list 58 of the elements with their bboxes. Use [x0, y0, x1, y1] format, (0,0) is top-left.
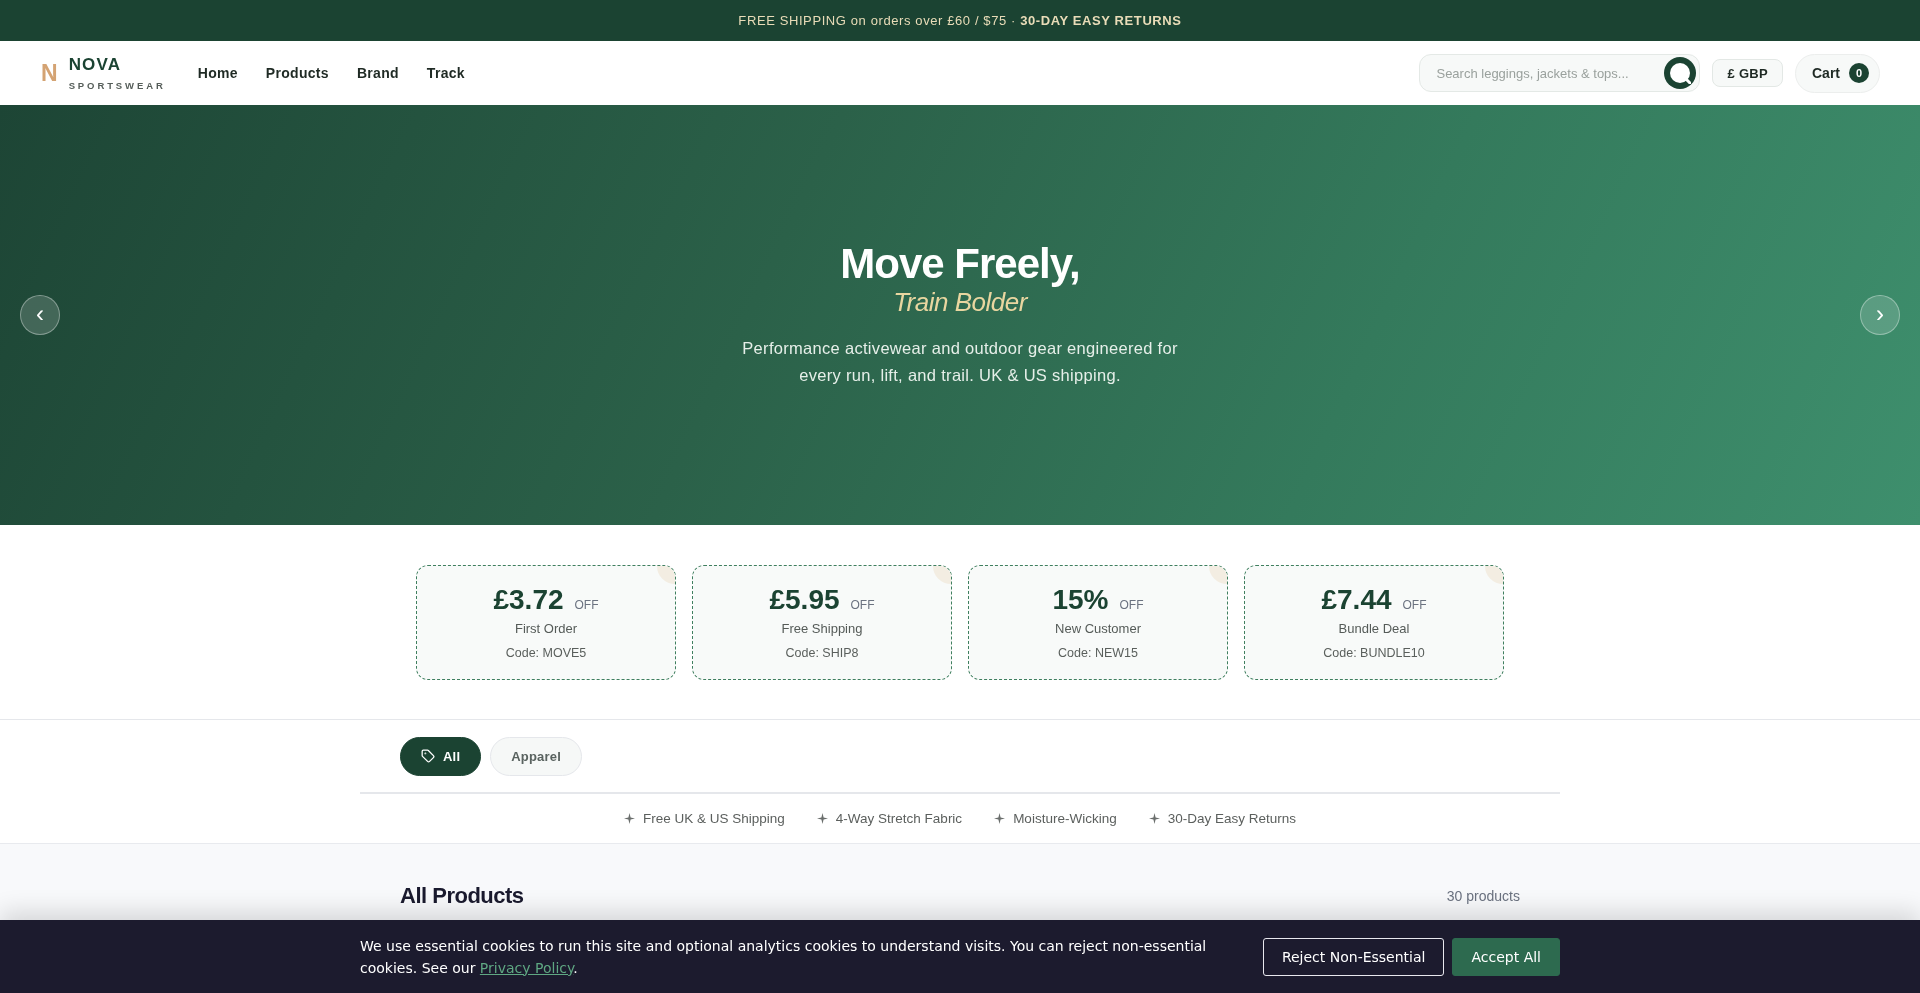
- sparkle-icon: [994, 813, 1006, 824]
- coupon-title: Bundle Deal: [1338, 621, 1410, 637]
- previous-slide-button[interactable]: ‹: [20, 295, 60, 335]
- coupon-card[interactable]: £5.95 OFF Free Shipping Code: SHIP8: [692, 565, 952, 680]
- announcement-text: FREE SHIPPING on orders over £60 / $75 · 30-DAY EASY RETURNS: [738, 13, 1182, 28]
- section-title: All Products: [400, 883, 524, 909]
- sparkle-icon: [624, 813, 635, 824]
- coupon-amount: £7.44: [1321, 583, 1392, 617]
- nav-link[interactable]: Home: [197, 65, 238, 81]
- tag-icon: [421, 749, 435, 763]
- nav-link[interactable]: Track: [426, 65, 465, 81]
- logo-mark: N: [41, 61, 58, 85]
- logo-name: NOVA: [68, 55, 123, 73]
- coupon-code: Code: NEW15: [1058, 645, 1138, 661]
- coupon-card[interactable]: 15% OFF New Customer Code: NEW15: [968, 565, 1228, 680]
- nav-link[interactable]: Brand: [356, 65, 399, 81]
- filter-tab[interactable]: All: [400, 736, 482, 776]
- coupon-amount: £5.95: [769, 583, 840, 617]
- logo-tagline: SPORTSWEAR: [68, 80, 166, 91]
- currency-button[interactable]: £ GBP: [1712, 59, 1783, 87]
- privacy-policy-link[interactable]: Privacy Policy: [479, 959, 574, 976]
- filter-tab[interactable]: Apparel: [490, 736, 583, 776]
- product-count: 30 products: [1446, 888, 1520, 904]
- coupon-amount: £3.72: [493, 583, 564, 617]
- coupon-title: Free Shipping: [781, 621, 863, 637]
- coupon-amount: 15%: [1052, 583, 1109, 617]
- feature-text: 4-Way Stretch Fabric: [835, 811, 963, 826]
- feature-text: Free UK & US Shipping: [643, 811, 785, 826]
- sparkle-icon: [816, 813, 828, 824]
- cookie-message: We use essential cookies to run this site and optional analytics cookies to understand visits. You can reject non-essential cookies. See our Privacy Policy.: [360, 936, 1208, 978]
- coupon-card[interactable]: £3.72 OFF First Order Code: MOVE5: [416, 565, 676, 680]
- accept-button[interactable]: Accept All: [1452, 937, 1560, 976]
- coupon-code: Code: SHIP8: [785, 645, 859, 661]
- hero-title: Move Freely,: [840, 241, 1080, 287]
- coupon-card[interactable]: £7.44 OFF Bundle Deal Code: BUNDLE10: [1244, 565, 1504, 680]
- coupon-title: First Order: [514, 621, 578, 637]
- coupon-off-label: OFF: [1119, 598, 1144, 612]
- coupon-code: Code: BUNDLE10: [1323, 645, 1425, 661]
- corner-accent-icon: [1209, 566, 1227, 584]
- hero-description: Performance activewear and outdoor gear engineered for every run, lift, and trail. UK & US shipping.: [741, 338, 1179, 386]
- coupon-off-label: OFF: [850, 598, 875, 612]
- coupon-code: Code: MOVE5: [505, 645, 587, 661]
- nav-link[interactable]: Products: [265, 65, 329, 81]
- coupon-off-label: OFF: [574, 598, 599, 612]
- reject-button[interactable]: Reject Non-Essential: [1262, 937, 1445, 976]
- corner-accent-icon: [1485, 566, 1503, 584]
- cart-button[interactable]: Cart 0: [1795, 53, 1880, 93]
- corner-accent-icon: [657, 566, 675, 584]
- coupon-off-label: OFF: [1402, 598, 1427, 612]
- hero-subtitle: Train Bolder: [893, 287, 1027, 318]
- feature-text: Moisture-Wicking: [1013, 811, 1117, 826]
- cart-count: 0: [1849, 63, 1869, 83]
- coupon-title: New Customer: [1055, 621, 1141, 637]
- corner-accent-icon: [933, 566, 951, 584]
- feature-text: 30-Day Easy Returns: [1167, 811, 1296, 826]
- sparkle-icon: [1148, 813, 1160, 824]
- search-icon: [1669, 62, 1692, 84]
- search-field[interactable]: Search leggings, jackets & tops...: [1419, 54, 1701, 92]
